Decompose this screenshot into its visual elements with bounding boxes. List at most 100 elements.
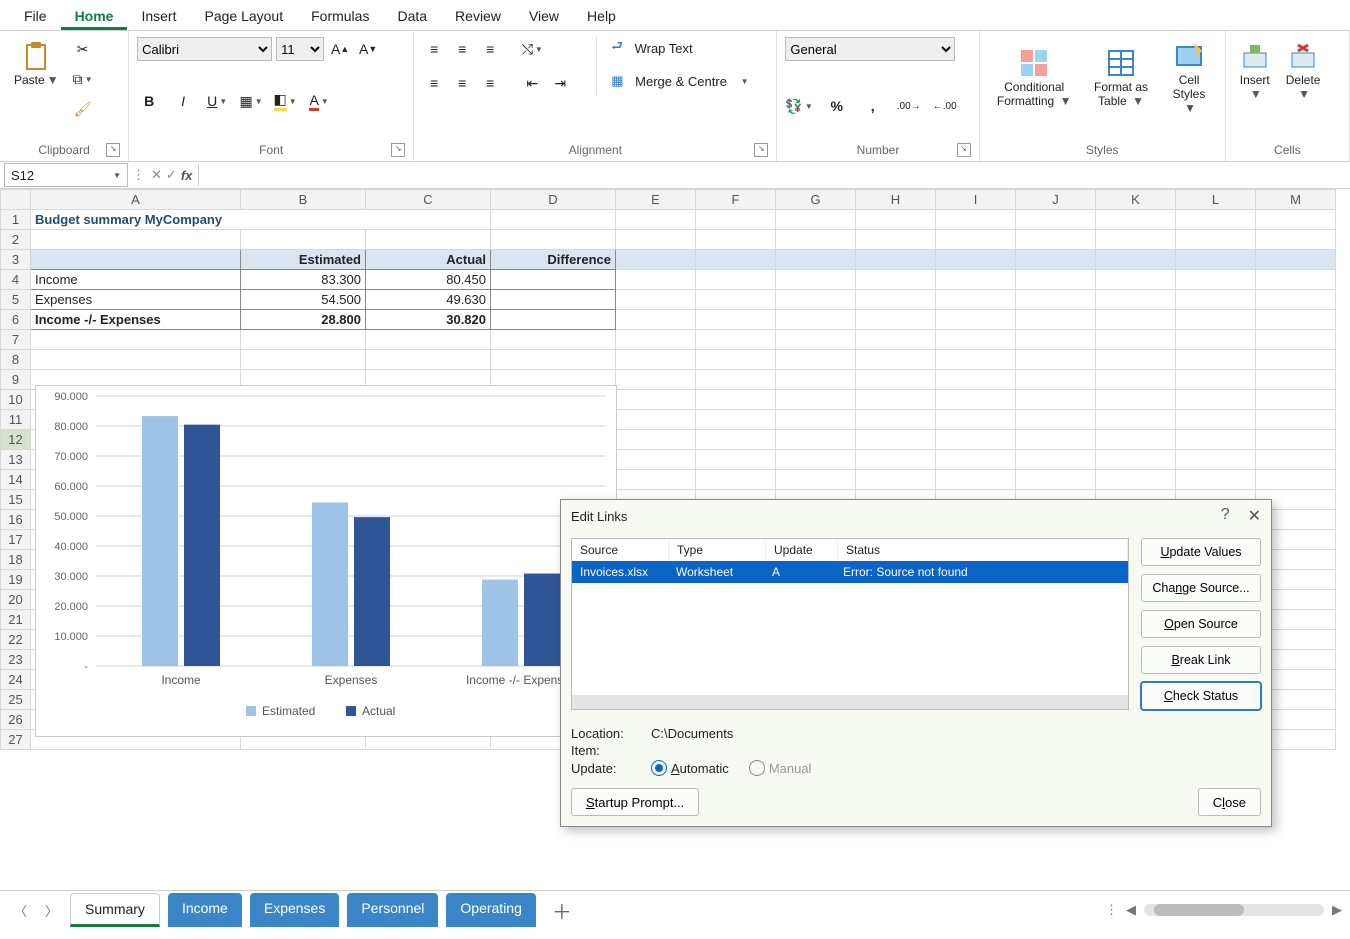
underline-button[interactable]: U▼	[205, 89, 229, 113]
row-header[interactable]: 1	[1, 210, 31, 230]
cell[interactable]	[31, 230, 241, 250]
cell[interactable]	[241, 350, 366, 370]
row-header[interactable]: 2	[1, 230, 31, 250]
cancel-icon[interactable]: ✕	[151, 167, 162, 183]
cell[interactable]	[1176, 310, 1256, 330]
cell[interactable]	[856, 230, 936, 250]
cell[interactable]	[776, 250, 856, 270]
col-status[interactable]: Status	[838, 539, 1128, 561]
enter-icon[interactable]: ✓	[166, 167, 177, 183]
row-header[interactable]: 20	[1, 590, 31, 610]
row-header[interactable]: 5	[1, 290, 31, 310]
row-header[interactable]: 22	[1, 630, 31, 650]
menu-view[interactable]: View	[515, 2, 573, 30]
cell-styles-button[interactable]: Cell Styles ▼	[1161, 37, 1216, 119]
change-source-button[interactable]: Change Source...	[1141, 574, 1261, 602]
cell[interactable]	[1096, 290, 1176, 310]
border-button[interactable]: ▦▼	[239, 89, 263, 113]
cell[interactable]: Expenses	[31, 290, 241, 310]
cell[interactable]	[491, 290, 616, 310]
font-size-select[interactable]: 11	[276, 37, 324, 61]
cell[interactable]	[1016, 310, 1096, 330]
cell[interactable]: Income	[31, 270, 241, 290]
col-source[interactable]: Source	[572, 539, 669, 561]
cell[interactable]	[616, 390, 696, 410]
cell[interactable]	[696, 310, 776, 330]
cell[interactable]	[856, 450, 936, 470]
cell[interactable]	[491, 270, 616, 290]
cell[interactable]	[856, 210, 936, 230]
cell[interactable]	[1016, 470, 1096, 490]
cell[interactable]	[776, 290, 856, 310]
cell[interactable]	[776, 370, 856, 390]
cell[interactable]	[1096, 250, 1176, 270]
cell[interactable]: 28.800	[241, 310, 366, 330]
cell[interactable]	[1016, 350, 1096, 370]
cell[interactable]	[366, 230, 491, 250]
link-row[interactable]: Invoices.xlsx Worksheet A Error: Source …	[572, 561, 1128, 583]
row-header[interactable]: 3	[1, 250, 31, 270]
cell[interactable]	[1016, 230, 1096, 250]
row-header[interactable]: 24	[1, 670, 31, 690]
cell[interactable]	[1256, 210, 1336, 230]
cell[interactable]	[491, 310, 616, 330]
align-right-button[interactable]: ≡	[478, 71, 502, 95]
cell[interactable]	[696, 350, 776, 370]
align-middle-button[interactable]: ≡	[450, 37, 474, 61]
cell[interactable]	[1176, 250, 1256, 270]
col-header[interactable]: H	[856, 190, 936, 210]
fill-color-button[interactable]: ◧▼	[273, 89, 297, 113]
cell[interactable]	[1016, 430, 1096, 450]
cell[interactable]	[491, 350, 616, 370]
cell[interactable]	[1256, 370, 1336, 390]
copy-button[interactable]: ⧉▼	[71, 67, 95, 91]
align-bottom-button[interactable]: ≡	[478, 37, 502, 61]
number-format-select[interactable]: General	[785, 37, 955, 61]
row-header[interactable]: 19	[1, 570, 31, 590]
cell[interactable]	[856, 390, 936, 410]
row-header[interactable]: 8	[1, 350, 31, 370]
horizontal-scrollbar[interactable]	[1144, 904, 1324, 916]
cell[interactable]	[366, 350, 491, 370]
help-button[interactable]: ?	[1221, 506, 1230, 526]
cell[interactable]	[856, 470, 936, 490]
cell[interactable]	[856, 310, 936, 330]
formula-input[interactable]	[198, 164, 1350, 186]
cell[interactable]	[1256, 350, 1336, 370]
cell[interactable]	[616, 270, 696, 290]
merge-centre-button[interactable]: ▦ Merge & Centre ▼	[611, 73, 748, 89]
wrap-text-button[interactable]: ⮐ Wrap Text	[611, 37, 748, 59]
row-header[interactable]: 16	[1, 510, 31, 530]
cell[interactable]	[1176, 270, 1256, 290]
cell[interactable]	[1176, 350, 1256, 370]
update-values-button[interactable]: Update Values	[1141, 538, 1261, 566]
row-header[interactable]: 17	[1, 530, 31, 550]
cell[interactable]	[1016, 390, 1096, 410]
cell[interactable]	[696, 210, 776, 230]
cell[interactable]	[776, 230, 856, 250]
cell[interactable]	[241, 330, 366, 350]
cell[interactable]	[856, 290, 936, 310]
col-header[interactable]: L	[1176, 190, 1256, 210]
cell[interactable]	[696, 430, 776, 450]
select-all-corner[interactable]	[1, 190, 31, 210]
cell[interactable]	[936, 350, 1016, 370]
cell[interactable]	[31, 350, 241, 370]
sheet-tab-operating[interactable]: Operating	[446, 893, 535, 927]
col-header[interactable]: D	[491, 190, 616, 210]
cell[interactable]	[856, 410, 936, 430]
cell[interactable]	[1096, 410, 1176, 430]
row-header[interactable]: 4	[1, 270, 31, 290]
col-header[interactable]: B	[241, 190, 366, 210]
cell[interactable]	[1256, 470, 1336, 490]
cell[interactable]	[696, 290, 776, 310]
row-header[interactable]: 18	[1, 550, 31, 570]
cell[interactable]	[616, 210, 696, 230]
clipboard-dialog-launcher[interactable]: ↘	[106, 143, 120, 157]
col-type[interactable]: Type	[669, 539, 766, 561]
cell[interactable]	[936, 290, 1016, 310]
cell[interactable]	[616, 330, 696, 350]
col-header[interactable]: C	[366, 190, 491, 210]
cell[interactable]	[491, 330, 616, 350]
cut-button[interactable]: ✂	[71, 37, 95, 61]
